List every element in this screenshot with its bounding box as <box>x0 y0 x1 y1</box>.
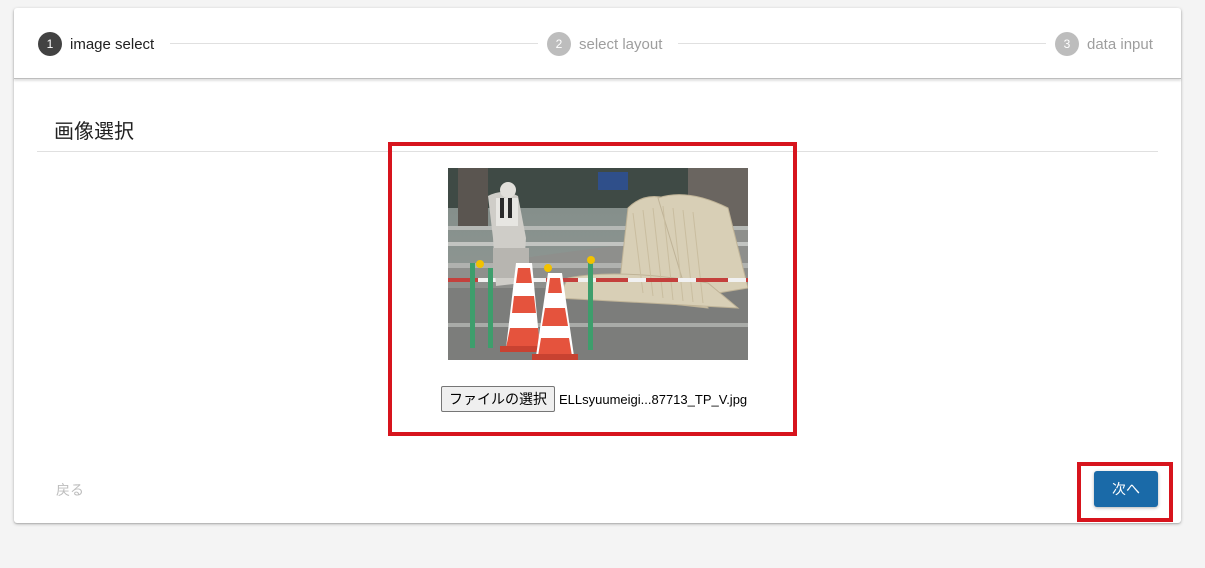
step-data-input[interactable]: 3 data input <box>1055 32 1153 56</box>
back-button[interactable]: 戻る <box>56 480 84 500</box>
step-select-layout[interactable]: 2 select layout <box>547 32 662 56</box>
wizard-card: 1 image select 2 select layout 3 data in… <box>14 8 1181 523</box>
next-button-highlight <box>1077 462 1173 522</box>
step-number-3: 3 <box>1055 32 1079 56</box>
step-label-data-input: data input <box>1087 35 1153 53</box>
image-select-highlight <box>388 142 797 436</box>
step-label-image-select: image select <box>70 35 155 53</box>
step-connector-2 <box>678 43 1046 44</box>
step-connector-1 <box>170 43 538 44</box>
step-number-1: 1 <box>38 32 62 56</box>
stepper: 1 image select 2 select layout 3 data in… <box>14 8 1181 79</box>
step-image-select[interactable]: 1 image select <box>38 32 154 56</box>
step-number-2: 2 <box>547 32 571 56</box>
section-title: 画像選択 <box>54 121 134 143</box>
step-label-select-layout: select layout <box>579 35 663 53</box>
